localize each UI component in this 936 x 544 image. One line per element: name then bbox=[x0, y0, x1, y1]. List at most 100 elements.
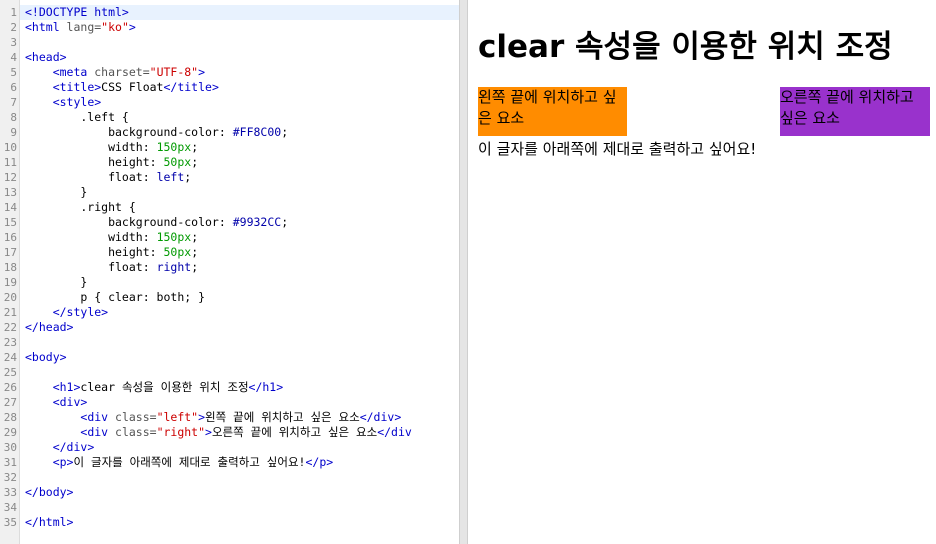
code-token: </p> bbox=[305, 455, 334, 469]
code-token: <div bbox=[80, 410, 116, 424]
pane-splitter[interactable] bbox=[459, 0, 468, 544]
code-token: </head> bbox=[25, 320, 74, 334]
code-token: ; bbox=[191, 245, 199, 259]
code-token: right bbox=[156, 260, 192, 274]
line-number: 1 bbox=[10, 6, 17, 19]
code-line[interactable]: <head> bbox=[25, 50, 67, 65]
code-token: ; bbox=[191, 140, 199, 154]
code-line[interactable]: </body> bbox=[25, 485, 73, 500]
line-number: 12 bbox=[3, 171, 17, 184]
code-line[interactable]: <div> bbox=[25, 395, 88, 410]
code-token: </body> bbox=[25, 485, 74, 499]
code-token: > bbox=[198, 410, 206, 424]
line-number: 33 bbox=[3, 486, 17, 499]
line-number: 10 bbox=[3, 141, 17, 154]
code-line[interactable]: width: 150px; bbox=[25, 140, 198, 155]
line-number: 8 bbox=[10, 111, 17, 124]
code-token: ; bbox=[281, 125, 289, 139]
code-line[interactable]: width: 150px; bbox=[25, 230, 198, 245]
code-token: <p> bbox=[52, 455, 74, 469]
code-token: <h1> bbox=[52, 380, 81, 394]
code-token: class= bbox=[115, 425, 157, 439]
code-line[interactable]: <style> bbox=[25, 95, 101, 110]
code-token: charset= bbox=[94, 65, 150, 79]
line-number: 3 bbox=[10, 36, 17, 49]
code-token: </h1> bbox=[248, 380, 284, 394]
line-number: 11 bbox=[3, 156, 17, 169]
code-line[interactable]: } bbox=[25, 185, 87, 200]
code-line[interactable]: </html> bbox=[25, 515, 73, 530]
code-line[interactable]: <div class="right">오른쪽 끝에 위치하고 싶은 요소</di… bbox=[25, 425, 411, 440]
code-token: CSS Float bbox=[101, 80, 164, 94]
line-number: 34 bbox=[3, 501, 17, 514]
line-number: 23 bbox=[3, 336, 17, 349]
code-token: </div> bbox=[359, 410, 402, 424]
code-line[interactable]: <!DOCTYPE html> bbox=[25, 5, 129, 20]
code-line[interactable]: float: left; bbox=[25, 170, 191, 185]
line-number: 6 bbox=[10, 81, 17, 94]
code-token: <body> bbox=[25, 350, 67, 364]
code-token: "left" bbox=[156, 410, 199, 424]
line-number: 35 bbox=[3, 516, 17, 529]
code-line[interactable]: height: 50px; bbox=[25, 245, 198, 260]
code-token: <title> bbox=[52, 80, 102, 94]
code-line[interactable]: } bbox=[25, 275, 87, 290]
code-line[interactable]: p { clear: both; } bbox=[25, 290, 205, 305]
code-line[interactable]: </div> bbox=[25, 440, 95, 455]
line-number: 28 bbox=[3, 411, 17, 424]
code-line[interactable]: background-color: #FF8C00; bbox=[25, 125, 288, 140]
code-line[interactable]: height: 50px; bbox=[25, 155, 198, 170]
code-line[interactable]: <div class="left">왼쪽 끝에 위치하고 싶은 요소</div> bbox=[25, 410, 401, 425]
code-line[interactable]: <title>CSS Float</title> bbox=[25, 80, 219, 95]
code-token: 150px bbox=[156, 230, 192, 244]
code-token: > bbox=[128, 20, 136, 34]
code-line[interactable]: <p>이 글자를 아래쪽에 제대로 출력하고 싶어요!</p> bbox=[25, 455, 333, 470]
code-line[interactable]: </head> bbox=[25, 320, 73, 335]
code-token: </style> bbox=[52, 305, 109, 319]
code-line[interactable]: <html lang="ko"> bbox=[25, 20, 136, 35]
line-number: 25 bbox=[3, 366, 17, 379]
code-line[interactable]: background-color: #9932CC; bbox=[25, 215, 288, 230]
code-line[interactable]: </style> bbox=[25, 305, 108, 320]
line-number: 30 bbox=[3, 441, 17, 454]
code-line[interactable]: float: right; bbox=[25, 260, 198, 275]
code-token: ; bbox=[191, 260, 199, 274]
code-token: 150px bbox=[156, 140, 192, 154]
line-number: 27 bbox=[3, 396, 17, 409]
code-line[interactable]: .right { bbox=[25, 200, 135, 215]
code-token: #9932CC bbox=[232, 215, 282, 229]
code-token: "ko" bbox=[101, 20, 129, 34]
code-token: clear 속성을 이용한 위치 조정 bbox=[80, 380, 249, 394]
code-token: "right" bbox=[156, 425, 206, 439]
line-number: 9 bbox=[10, 126, 17, 139]
code-token: left bbox=[156, 170, 185, 184]
code-token: > bbox=[205, 425, 212, 439]
code-token: #FF8C00 bbox=[232, 125, 282, 139]
code-line[interactable]: <h1>clear 속성을 이용한 위치 조정</h1> bbox=[25, 380, 283, 395]
code-line[interactable]: <body> bbox=[25, 350, 67, 365]
preview-left-box: 왼쪽 끝에 위치하고 싶은 요소 bbox=[478, 87, 627, 136]
code-token: </div> bbox=[52, 440, 95, 454]
code-token: <div> bbox=[52, 395, 88, 409]
line-number: 22 bbox=[3, 321, 17, 334]
line-number: 32 bbox=[3, 471, 17, 484]
code-line[interactable]: .left { bbox=[25, 110, 128, 125]
code-token: width: bbox=[25, 230, 157, 244]
code-line[interactable]: <meta charset="UTF-8"> bbox=[25, 65, 205, 80]
line-number: 14 bbox=[3, 201, 17, 214]
code-token: <div bbox=[80, 425, 116, 439]
preview-pane: clear 속성을 이용한 위치 조정 왼쪽 끝에 위치하고 싶은 요소 오른쪽… bbox=[469, 0, 936, 544]
code-editor[interactable]: 1 2 3 4 5 6 7 8 9 10 11 12 13 14 15 16 17 18 19 20 21 22 23 24 2… bbox=[0, 0, 459, 544]
line-number: 4 bbox=[10, 51, 17, 64]
code-token: </html> bbox=[25, 515, 74, 529]
code-token: 이 글자를 아래쪽에 제대로 출력하고 싶어요! bbox=[73, 455, 306, 469]
code-token: <style> bbox=[52, 95, 102, 109]
line-number: 17 bbox=[3, 246, 17, 259]
code-token: class= bbox=[115, 410, 157, 424]
